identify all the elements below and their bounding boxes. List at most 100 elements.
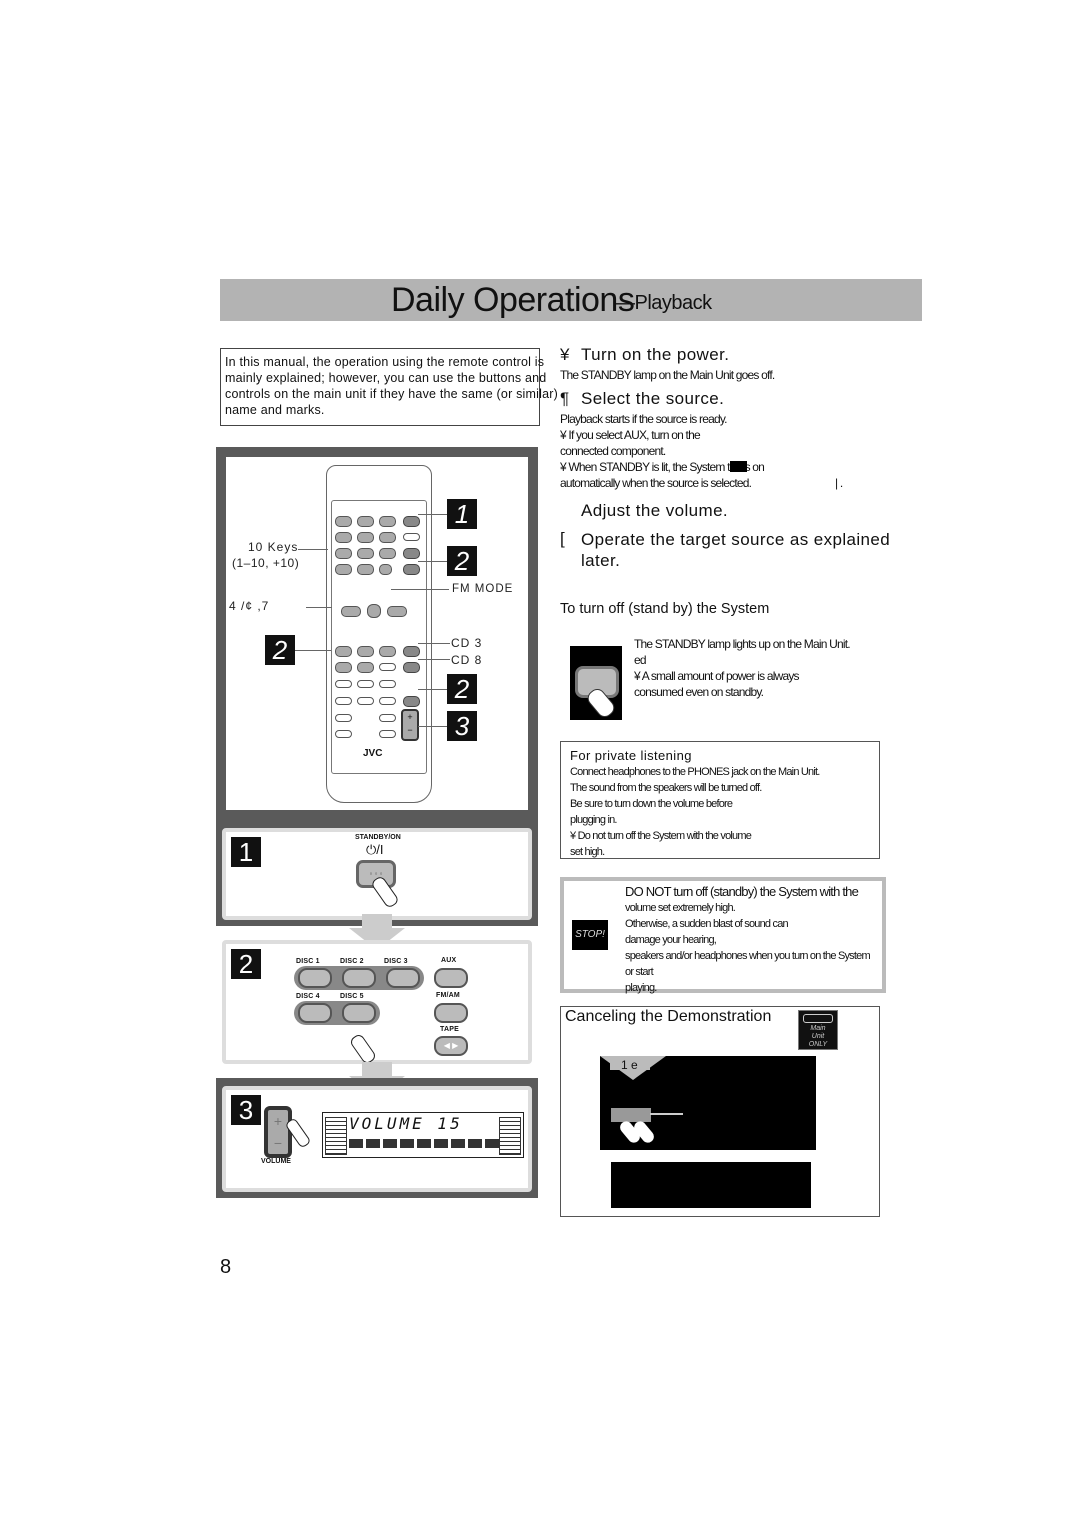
private-listening-line: The sound from the speakers will be turn… — [570, 782, 762, 794]
remote-key — [379, 663, 396, 671]
remote-key — [357, 548, 374, 559]
demo-button-icon — [611, 1108, 651, 1122]
power-icon: ⏻/I — [366, 842, 384, 857]
caution-line: speakers and/or headphones when you turn… — [625, 950, 871, 978]
remote-key — [379, 680, 396, 688]
disc-3-button — [386, 968, 420, 988]
lcd-level-bars — [349, 1139, 499, 1148]
step-1: ¥ Turn on the power. — [560, 345, 920, 367]
step-tag-2: 2 — [447, 546, 477, 576]
aux-button — [434, 968, 468, 988]
step-2-body-line: connected component. — [560, 444, 666, 458]
aux-label: AUX — [441, 957, 457, 964]
private-listening-line: plugging in. — [570, 814, 617, 826]
leader-line — [418, 643, 450, 644]
step-2: ¶ Select the source. — [560, 389, 920, 411]
step-panel-number: 2 — [231, 949, 261, 979]
step-2-body-line: automatically when the source is selecte… — [560, 475, 920, 491]
step-1-heading: Turn on the power. — [581, 345, 730, 364]
remote-key — [379, 714, 396, 722]
standby-body-line: The STANDBY lamp lights up on the Main U… — [634, 637, 851, 651]
remote-key — [379, 730, 396, 738]
remote-key — [357, 697, 374, 705]
tape-label: TAPE — [440, 1026, 459, 1033]
remote-key — [335, 532, 352, 543]
badge-display-icon — [803, 1014, 833, 1023]
source-key — [403, 564, 420, 575]
leader-line — [306, 607, 332, 608]
disc-1-button — [298, 968, 332, 988]
standby-section-body: The STANDBY lamp lights up on the Main U… — [634, 636, 874, 700]
disc-2-button — [342, 968, 376, 988]
remote-key — [335, 697, 352, 705]
ten-key-sublabel: (1–10, +10) — [232, 556, 300, 570]
disc-key — [335, 646, 352, 657]
demo-heading: Canceling the Demonstration — [565, 1008, 772, 1025]
step-4-bullet: [ — [560, 529, 565, 548]
leader-line — [418, 659, 450, 660]
private-listening-line: Be sure to turn down the volume before — [570, 798, 733, 810]
caution-text: DO NOT turn off (standby) the System wit… — [625, 884, 875, 996]
remote-key — [335, 548, 352, 559]
step-2-auto-note: automatically when the source is selecte… — [560, 476, 752, 490]
disc-key — [357, 662, 374, 673]
transport-key — [367, 604, 381, 618]
step-1-bullet: ¥ — [560, 345, 570, 364]
demo-illustration: 1 e — [600, 1056, 816, 1150]
remote-key — [379, 548, 396, 559]
step-2-heading: Select the source. — [581, 389, 725, 408]
caution-line: Otherwise, a sudden blast of sound can — [625, 918, 789, 930]
leader-line — [298, 549, 328, 550]
step-panel-3: 3 + − VOLUME VOLUME 15 — [216, 1078, 538, 1198]
demo-display-illustration — [611, 1162, 811, 1208]
caution-line: playing. — [625, 982, 657, 994]
leader-line — [391, 589, 449, 590]
remote-key — [335, 680, 352, 688]
step-1-body: The STANDBY lamp on the Main Unit goes o… — [560, 368, 775, 382]
transport-key — [341, 606, 361, 617]
remote-key — [357, 680, 374, 688]
step-3: Adjust the volume. — [560, 501, 920, 529]
source-key — [403, 548, 420, 559]
step-panel-3-inner: 3 + − VOLUME VOLUME 15 — [222, 1086, 532, 1192]
disc-5-label: DISC 5 — [340, 993, 364, 1000]
private-listening-line: Connect headphones to the PHONES jack on… — [570, 766, 820, 778]
step-4-heading: Operate the target source as explained l… — [581, 530, 891, 570]
remote-key — [379, 532, 396, 543]
private-listening-line: ¥ Do not turn off the System with the vo… — [570, 830, 752, 842]
volume-knob-icon: + − — [264, 1106, 292, 1158]
step-tag-3: 3 — [447, 711, 477, 741]
remote-key — [403, 533, 420, 541]
step-panel-1: 1 STANDBY/ON ⏻/I ◦ ◦ ◦ — [216, 820, 538, 926]
standby-lamp-icon — [730, 461, 747, 472]
speaker-icon — [325, 1117, 347, 1155]
disc-key — [335, 662, 352, 673]
leader-line — [418, 561, 447, 562]
standby-body-line: consumed even on standby. — [634, 685, 764, 699]
leader-line — [650, 1113, 683, 1115]
flow-arrow-stem — [362, 1062, 392, 1076]
page-subtitle: —Playback — [615, 292, 712, 314]
remote-key — [335, 564, 352, 575]
step-panel-number: 3 — [231, 1095, 261, 1125]
leader-line — [418, 514, 447, 515]
speaker-icon — [499, 1117, 521, 1155]
remote-control-illustration: + − JVC — [326, 465, 432, 803]
step-2-body-line: ¥ If you select AUX, turn on the — [560, 428, 701, 442]
cd3-label: CD 3 — [451, 636, 483, 650]
cd8-key — [403, 662, 420, 673]
standby-section-heading: To turn off (stand by) the System — [560, 601, 770, 617]
remote-key — [335, 714, 352, 722]
caution-line: DO NOT turn off (standby) the System wit… — [625, 884, 859, 899]
caution-box: STOP! DO NOT turn off (standby) the Syst… — [560, 877, 886, 996]
fm-am-button — [434, 1003, 468, 1023]
remote-control-panel: + − JVC 10 Keys (1–10, +10) FM MODE 4 /¢ … — [216, 447, 538, 820]
finger-icon — [348, 1032, 378, 1066]
step-2-suffix: | . — [835, 476, 843, 490]
disc-4-button — [298, 1003, 332, 1023]
private-listening-heading: For private listening — [570, 748, 692, 763]
step-tag-1: 1 — [447, 499, 477, 529]
caution-line: damage your hearing, — [625, 934, 717, 946]
lcd-display-text: VOLUME 15 — [349, 1114, 463, 1133]
fm-mode-label: FM MODE — [452, 583, 514, 595]
